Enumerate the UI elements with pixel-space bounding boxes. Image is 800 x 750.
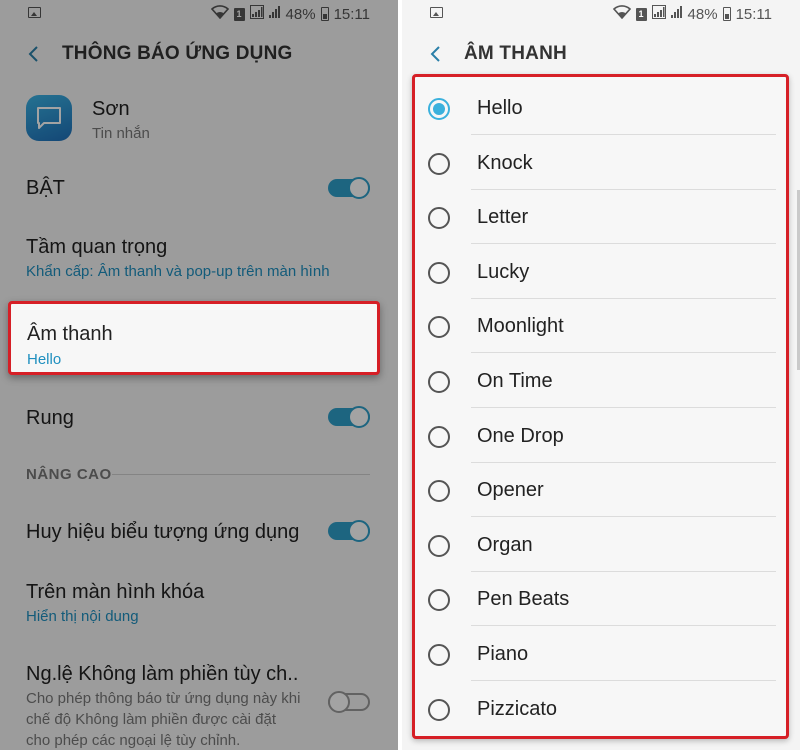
sound-option[interactable]: Pen Beats (415, 572, 786, 627)
status-bar: 1 48% 15:11 (0, 0, 398, 28)
battery-icon (722, 7, 731, 21)
radio-unchecked-icon[interactable] (428, 207, 450, 230)
sound-option-label: Moonlight (477, 315, 564, 338)
app-info-row: Sơn Tin nhắn (0, 88, 398, 150)
dnd-title: Ng.lệ Không làm phiền tùy ch.. (26, 663, 299, 685)
radio-checked-icon[interactable] (428, 98, 450, 120)
sound-option[interactable]: Lucky (415, 245, 786, 299)
badge-row[interactable]: Huy hiệu biểu tượng ứng dụng (0, 508, 398, 554)
sound-option[interactable]: Letter (415, 190, 786, 245)
section-divider (112, 474, 370, 475)
sound-option-label: Lucky (477, 260, 530, 283)
sound-option-label: Pen Beats (477, 588, 570, 611)
sound-option-label: Piano (477, 643, 529, 665)
image-notification-icon (28, 7, 41, 18)
vibrate-title: Rung (26, 407, 74, 429)
badge-title: Huy hiệu biểu tượng ứng dụng (26, 521, 300, 543)
app-category: Tin nhắn (92, 125, 150, 142)
dnd-description: Cho phép thông báo từ ứng dụng này khi c… (26, 690, 301, 749)
radio-unchecked-icon[interactable] (428, 644, 450, 666)
battery-percent: 48% (687, 5, 718, 23)
sound-option[interactable]: Piano (415, 627, 786, 681)
sound-option-label: Letter (477, 206, 529, 229)
radio-unchecked-icon[interactable] (428, 261, 450, 284)
battery-percent: 48% (285, 5, 316, 23)
messages-app-icon (26, 95, 72, 141)
back-arrow-icon[interactable] (24, 43, 46, 65)
sound-setting-row[interactable]: Âm thanh Hello (8, 301, 380, 375)
sound-option[interactable]: Knock (415, 136, 786, 190)
sound-value: Hello (27, 351, 62, 368)
sound-option-label: Knock (477, 151, 533, 174)
left-screen: 1 48% 15:11 THÔNG BÁO ỨNG DỤNG Sơn Tin n… (0, 0, 398, 750)
status-bar: 1 48% 15:11 (402, 0, 800, 28)
radio-unchecked-icon[interactable] (428, 371, 450, 393)
sim-badge: 1 (635, 7, 647, 21)
wifi-icon (210, 5, 229, 23)
app-bar: ÂM THANH (402, 28, 800, 80)
sound-option[interactable]: Hello (415, 81, 786, 135)
importance-value: Khẩn cấp: Âm thanh và pop-up trên màn hì… (26, 263, 330, 280)
back-arrow-icon[interactable] (426, 43, 448, 65)
signal-icon (651, 5, 666, 23)
radio-unchecked-icon[interactable] (428, 589, 450, 612)
sound-option[interactable]: Opener (415, 463, 786, 518)
signal-icon-secondary (268, 5, 281, 23)
badge-toggle[interactable] (328, 520, 370, 542)
sound-title: Âm thanh (27, 323, 113, 345)
radio-unchecked-icon[interactable] (428, 480, 450, 503)
app-bar: THÔNG BÁO ỨNG DỤNG (0, 28, 398, 80)
wifi-icon (612, 5, 631, 23)
sound-option-label: Opener (477, 479, 544, 502)
importance-title: Tầm quan trọng (26, 236, 168, 258)
on-toggle[interactable] (328, 177, 370, 199)
sound-option[interactable]: Pizzicato (415, 682, 786, 736)
dnd-toggle[interactable] (328, 691, 370, 713)
lockscreen-title: Trên màn hình khóa (26, 581, 205, 603)
sound-option[interactable]: Moonlight (415, 299, 786, 354)
dnd-exception-row[interactable]: Ng.lệ Không làm phiền tùy ch.. Cho phép … (0, 650, 398, 750)
sound-options-list: Hello Knock Letter Lucky Moonlight On Time One… (412, 74, 789, 739)
sound-option[interactable]: On Time (415, 354, 786, 408)
sound-option-label: Pizzicato (477, 697, 558, 720)
sound-option[interactable]: One Drop (415, 409, 786, 463)
radio-unchecked-icon[interactable] (428, 698, 450, 721)
signal-icon-secondary (670, 5, 683, 23)
sound-option[interactable]: Organ (415, 518, 786, 572)
radio-unchecked-icon[interactable] (428, 152, 450, 175)
vibrate-row[interactable]: Rung (0, 396, 398, 442)
sound-option-label: On Time (477, 370, 553, 392)
radio-unchecked-icon[interactable] (428, 534, 450, 557)
page-title: ÂM THANH (464, 43, 567, 64)
app-name: Sơn (92, 98, 130, 120)
status-time: 15:11 (333, 5, 370, 23)
sim-badge: 1 (233, 7, 245, 21)
vibrate-toggle[interactable] (328, 406, 370, 428)
battery-icon (320, 7, 329, 21)
signal-icon (249, 5, 264, 23)
sound-option-label: Organ (477, 533, 533, 556)
page-title: THÔNG BÁO ỨNG DỤNG (62, 43, 293, 64)
on-row[interactable]: BẬT (0, 165, 398, 213)
radio-unchecked-icon[interactable] (428, 425, 450, 448)
image-notification-icon (430, 7, 443, 18)
sound-option-label: Hello (477, 97, 523, 119)
importance-row[interactable]: Tầm quan trọng Khẩn cấp: Âm thanh và pop… (0, 225, 398, 290)
radio-unchecked-icon[interactable] (428, 316, 450, 339)
on-label: BẬT (26, 177, 65, 199)
status-time: 15:11 (735, 5, 772, 23)
sound-option-label: One Drop (477, 424, 564, 447)
lockscreen-value: Hiển thị nội dung (26, 608, 139, 625)
lockscreen-row[interactable]: Trên màn hình khóa Hiển thị nội dung (0, 570, 398, 635)
advanced-section-label: NÂNG CAO (26, 466, 112, 483)
